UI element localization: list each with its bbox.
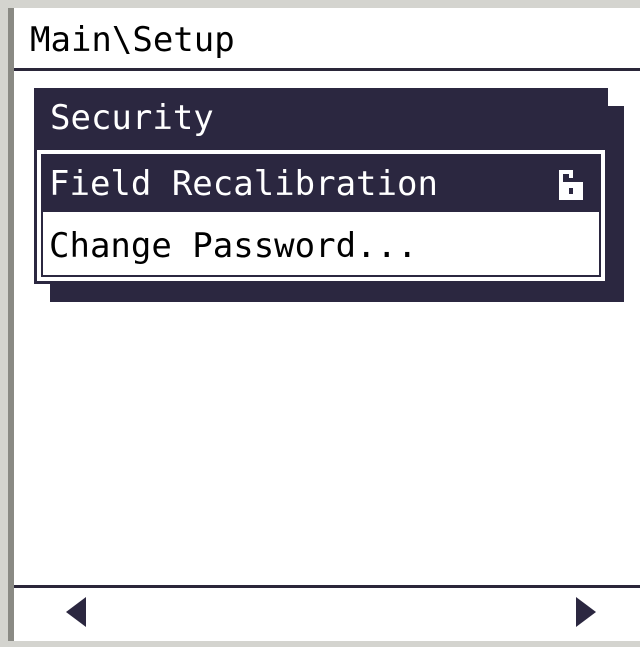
nav-divider [14,585,640,588]
menu-list: Field Recalibration Change Password... [37,150,605,281]
menu-item-field-recalibration[interactable]: Field Recalibration [43,156,599,212]
device-screen: Main\Setup Security Field Recalibration … [0,0,640,647]
screen-frame-top [0,0,640,8]
menu-title: Security [50,98,214,138]
menu-item-label: Change Password... [49,226,418,266]
unlocked-padlock-icon [559,170,583,200]
menu-item-label: Field Recalibration [49,164,438,204]
menu-list-box: Field Recalibration Change Password... [41,154,601,277]
title-divider [14,68,640,71]
breadcrumb-path: Main\Setup [30,20,235,60]
right-arrow-icon[interactable] [574,597,596,627]
screen-frame-bottom [0,641,640,647]
left-arrow-icon[interactable] [66,597,88,627]
screen-frame-left [0,0,8,647]
screen-frame-left-shadow [8,8,14,647]
menu-item-change-password[interactable]: Change Password... [43,218,599,274]
